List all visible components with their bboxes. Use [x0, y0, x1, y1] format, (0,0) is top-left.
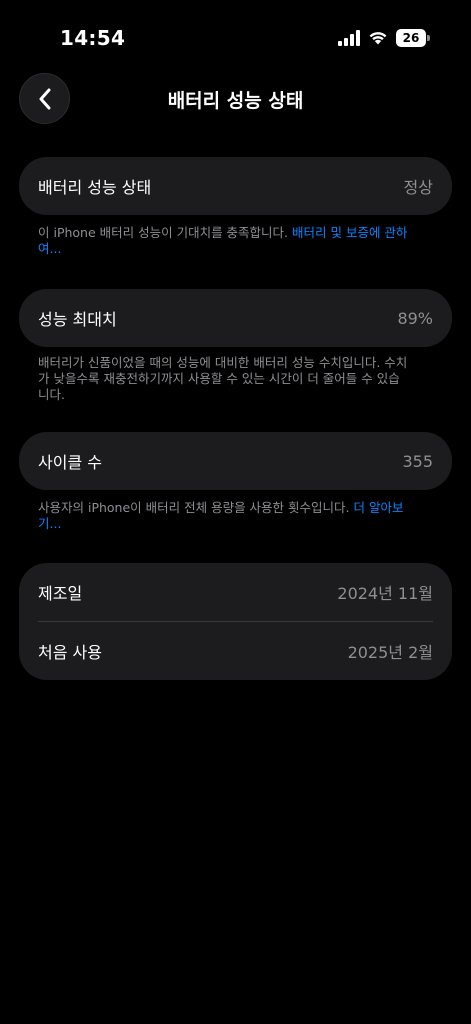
cycle-count-note: 사용자의 iPhone이 배터리 전체 용량을 사용한 횟수입니다. 더 알아보…	[38, 500, 410, 532]
battery-health-note: 이 iPhone 배터리 성능이 기대치를 충족합니다. 배터리 및 보증에 관…	[38, 225, 410, 257]
first-use-label: 처음 사용	[38, 643, 102, 662]
max-capacity-value: 89%	[397, 308, 433, 328]
cycle-count-label: 사이클 수	[38, 453, 102, 472]
cycle-count-row: 사이클 수 355	[19, 432, 452, 490]
battery-health-value: 정상	[403, 178, 433, 197]
first-use-row: 처음 사용 2025년 2월	[19, 622, 452, 680]
battery-health-row: 배터리 성능 상태 정상	[19, 157, 452, 215]
status-time: 14:54	[60, 26, 126, 50]
battery-cap	[427, 35, 430, 41]
manufacture-date-value: 2024년 11월	[337, 584, 433, 603]
cycle-count-note-text: 사용자의 iPhone이 배터리 전체 용량을 사용한 횟수입니다.	[38, 500, 354, 515]
page-title: 배터리 성능 상태	[167, 90, 304, 112]
manufacture-date-row: 제조일 2024년 11월	[19, 563, 452, 621]
wifi-icon	[369, 32, 387, 45]
battery-health-card: 배터리 성능 상태 정상	[19, 157, 452, 215]
battery-health-note-text: 이 iPhone 배터리 성능이 기대치를 충족합니다.	[38, 225, 293, 240]
cycle-count-value: 355	[402, 451, 433, 471]
manufacture-date-label: 제조일	[38, 584, 83, 603]
dates-card: 제조일 2024년 11월 처음 사용 2025년 2월	[19, 563, 452, 680]
battery-level: 26	[396, 29, 426, 47]
cellular-signal-icon	[338, 30, 360, 46]
battery-icon: 26	[396, 29, 430, 47]
max-capacity-label: 성능 최대치	[38, 310, 117, 329]
cycle-count-card: 사이클 수 355	[19, 432, 452, 490]
max-capacity-row: 성능 최대치 89%	[19, 289, 452, 347]
battery-health-screen: 14:54 26 배터리 성능 상태 배터리 성능 상태 정상 이 iPhone…	[0, 0, 471, 1024]
battery-health-label: 배터리 성능 상태	[38, 178, 152, 197]
max-capacity-note: 배터리가 신품이었을 때의 성능에 대비한 배터리 성능 수치입니다. 수치가 …	[38, 355, 408, 402]
first-use-value: 2025년 2월	[347, 643, 433, 662]
max-capacity-card: 성능 최대치 89%	[19, 289, 452, 347]
status-bar: 14:54 26	[0, 0, 471, 76]
